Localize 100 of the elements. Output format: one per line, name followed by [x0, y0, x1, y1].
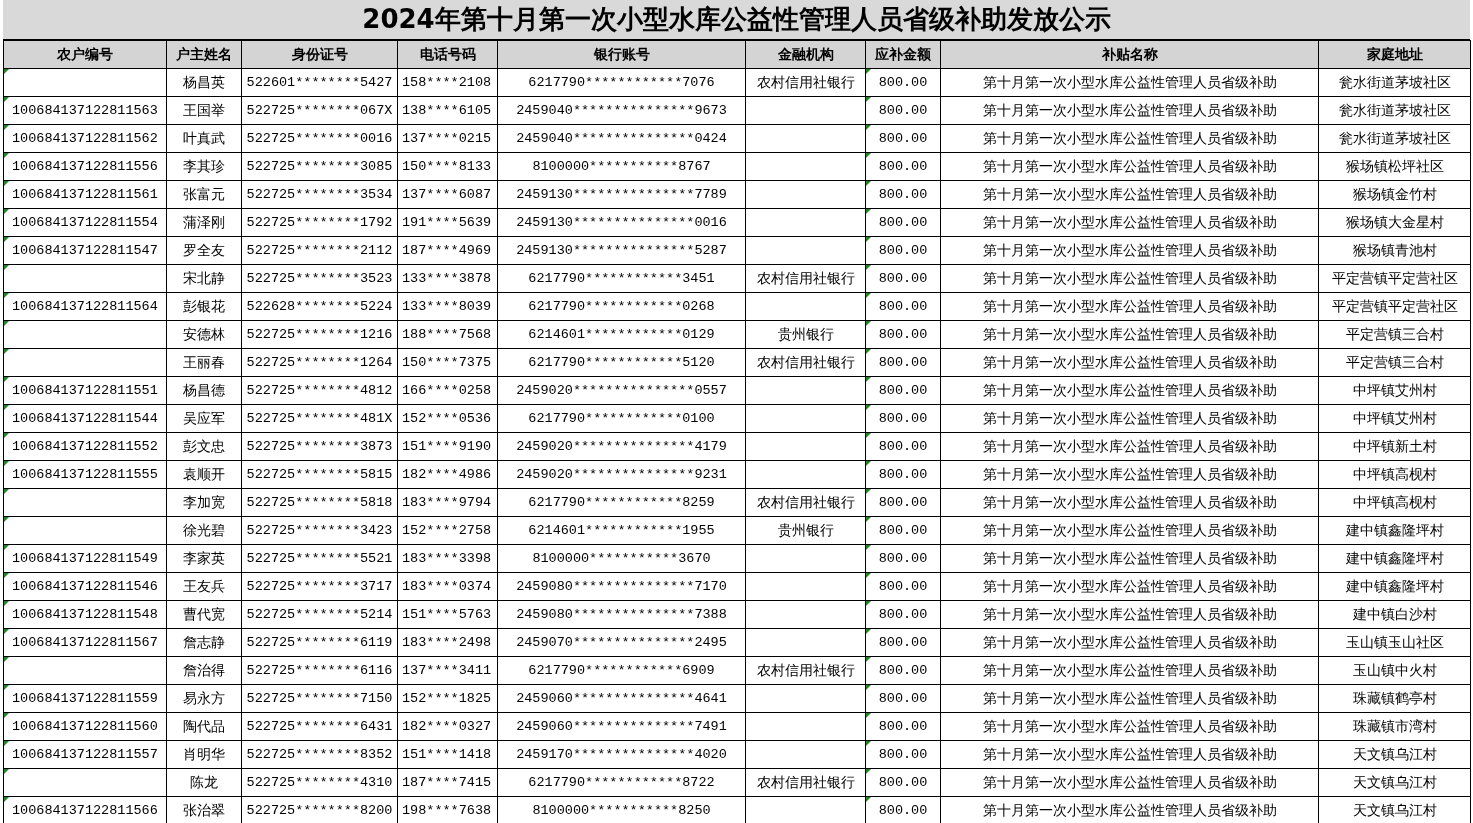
- cell-text: 易永方: [183, 689, 225, 706]
- cell-text: 522725********3085: [246, 159, 393, 174]
- cell-text: 安德林: [183, 325, 225, 342]
- cell-text: 522725********5818: [246, 495, 393, 510]
- cell-text: 瓮水街道茅坡社区: [1338, 129, 1451, 146]
- cell-text: 183****2498: [402, 635, 492, 650]
- cell-text: 珠藏镇鹤亭村: [1352, 689, 1437, 706]
- cell-text: 183****9794: [402, 495, 492, 510]
- cell-text: 800.00: [878, 355, 928, 370]
- cell-text: 187****7415: [402, 775, 492, 790]
- cell-text: 2459060***************4641: [516, 691, 727, 706]
- cell-text: 第十月第一次小型水库公益性管理人员省级补助: [982, 605, 1277, 622]
- cell-text: 2459130***************5287: [516, 243, 727, 258]
- cell-text: 522725********4812: [246, 383, 393, 398]
- cell-text: 第十月第一次小型水库公益性管理人员省级补助: [982, 381, 1277, 398]
- cell-text: 第十月第一次小型水库公益性管理人员省级补助: [982, 73, 1277, 90]
- cell-text: 8100000***********3670: [532, 551, 711, 566]
- cell-text: 6217790************7076: [528, 75, 715, 90]
- cell-text: 第十月第一次小型水库公益性管理人员省级补助: [982, 241, 1277, 258]
- cell-text: 陶代品: [183, 717, 225, 734]
- cell-text: 建中镇白沙村: [1352, 605, 1437, 622]
- column-header: 金融机构: [745, 40, 866, 69]
- cell-text: 6217790************8259: [528, 495, 715, 510]
- cell-text: 800.00: [878, 243, 928, 258]
- cell-text: 罗全友: [183, 241, 225, 258]
- cell-text: 522725********5815: [246, 467, 393, 482]
- cell-text: 猴场镇大金星村: [1345, 213, 1444, 230]
- cell-text: 151****1418: [402, 747, 492, 762]
- cell-text: 第十月第一次小型水库公益性管理人员省级补助: [982, 465, 1277, 482]
- column-header: 农户编号: [3, 40, 167, 69]
- cell-text: 800.00: [878, 579, 928, 594]
- cell-text: 800.00: [878, 635, 928, 650]
- cell-text: 农村信用社银行: [756, 73, 855, 90]
- cell-text: 杨昌德: [183, 381, 225, 398]
- cell-text: 第十月第一次小型水库公益性管理人员省级补助: [982, 353, 1277, 370]
- cell-text: 800.00: [878, 691, 928, 706]
- cell-text: 中坪镇高枧村: [1352, 493, 1437, 510]
- cell-text: 522725********3534: [246, 187, 393, 202]
- cell-text: 100684137122811555: [11, 467, 158, 482]
- cell-text: 522725********5214: [246, 607, 393, 622]
- cell-text: 建中镇鑫隆坪村: [1345, 549, 1444, 566]
- cell-text: 100684137122811563: [11, 103, 158, 118]
- cell-text: 6217790************5120: [528, 355, 715, 370]
- cell-text: 王友兵: [183, 577, 225, 594]
- cell-text: 100684137122811554: [11, 215, 158, 230]
- cell-text: 183****3398: [402, 551, 492, 566]
- cell-text: 农村信用社银行: [756, 773, 855, 790]
- cell-text: 800.00: [878, 467, 928, 482]
- cell-text: 151****5763: [402, 607, 492, 622]
- cell-text: 133****3878: [402, 271, 492, 286]
- cell-text: 800.00: [878, 103, 928, 118]
- cell-text: 第十月第一次小型水库公益性管理人员省级补助: [982, 213, 1277, 230]
- cell-text: 第十月第一次小型水库公益性管理人员省级补助: [982, 577, 1277, 594]
- cell-text: 肖明华: [183, 745, 225, 762]
- cell-text: 第十月第一次小型水库公益性管理人员省级补助: [982, 409, 1277, 426]
- cell-text: 150****8133: [402, 159, 492, 174]
- cell-text: 522725********067X: [246, 103, 393, 118]
- column-header: 电话号码: [397, 40, 498, 69]
- cell-text: 800.00: [878, 747, 928, 762]
- cell-text: 平定营镇三合村: [1345, 353, 1444, 370]
- cell-text: 2459020***************9231: [516, 467, 727, 482]
- cell-text: 800.00: [878, 215, 928, 230]
- cell-text: 中坪镇艾州村: [1352, 409, 1437, 426]
- cell-text: 522725********0016: [246, 131, 393, 146]
- cell-text: 猴场镇金竹村: [1352, 185, 1437, 202]
- cell-text: 800.00: [878, 187, 928, 202]
- cell-text: 第十月第一次小型水库公益性管理人员省级补助: [982, 101, 1277, 118]
- cell-text: 100684137122811566: [11, 803, 158, 818]
- column-header: 应补金额: [865, 40, 941, 69]
- cell-text: 6217790************3451: [528, 271, 715, 286]
- cell-text: 100684137122811547: [11, 243, 158, 258]
- cell-text: 522725********3423: [246, 523, 393, 538]
- cell-text: 杨昌英: [183, 73, 225, 90]
- cell-text: 522725********8352: [246, 747, 393, 762]
- cell-text: 第十月第一次小型水库公益性管理人员省级补助: [982, 269, 1277, 286]
- cell-text: 中坪镇新土村: [1352, 437, 1437, 454]
- cell-text: 800.00: [878, 327, 928, 342]
- cell-text: 151****9190: [402, 439, 492, 454]
- cell-text: 平定营镇三合村: [1345, 325, 1444, 342]
- cell-text: 800.00: [878, 523, 928, 538]
- cell-text: 玉山镇中火村: [1352, 661, 1437, 678]
- cell-text: 100684137122811544: [11, 411, 158, 426]
- cell-text: 2459080***************7170: [516, 579, 727, 594]
- cell-text: 中坪镇高枧村: [1352, 465, 1437, 482]
- cell-text: 100684137122811557: [11, 747, 158, 762]
- cell-text: 800.00: [878, 607, 928, 622]
- cell-text: 第十月第一次小型水库公益性管理人员省级补助: [982, 633, 1277, 650]
- column-header: 家庭地址: [1318, 40, 1471, 69]
- cell-text: 100684137122811562: [11, 131, 158, 146]
- cell-text: 第十月第一次小型水库公益性管理人员省级补助: [982, 493, 1277, 510]
- cell-text: 100684137122811556: [11, 159, 158, 174]
- cell-text: 张治翠: [183, 801, 225, 818]
- cell-text: 522725********2112: [246, 243, 393, 258]
- cell-text: 166****0258: [402, 383, 492, 398]
- cell-text: 100684137122811549: [11, 551, 158, 566]
- cell-text: 第十月第一次小型水库公益性管理人员省级补助: [982, 549, 1277, 566]
- cell-text: 800.00: [878, 271, 928, 286]
- cell-text: 152****0536: [402, 411, 492, 426]
- cell-text: 第十月第一次小型水库公益性管理人员省级补助: [982, 689, 1277, 706]
- cell-text: 猴场镇青池村: [1352, 241, 1437, 258]
